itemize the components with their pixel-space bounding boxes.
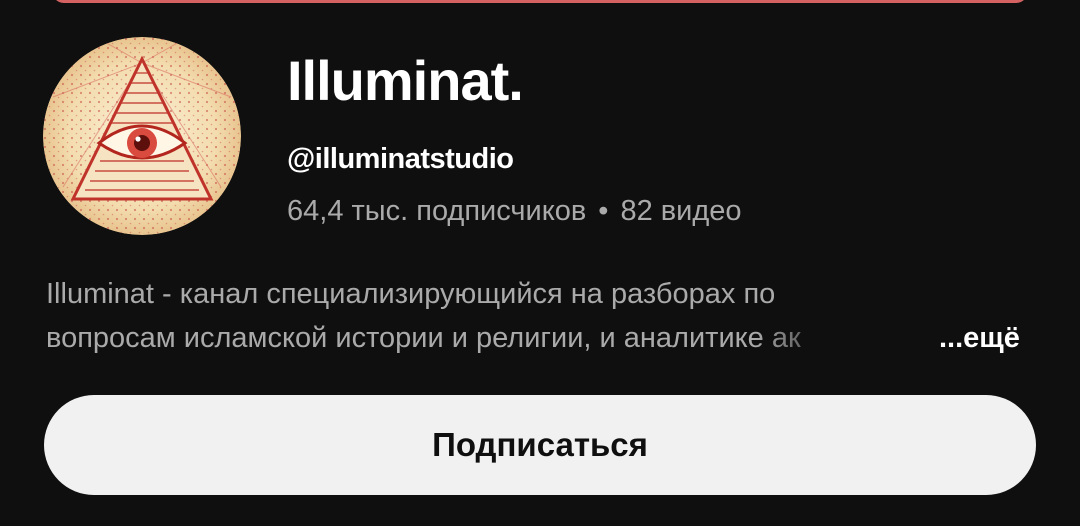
channel-title: Illuminat. <box>287 49 524 112</box>
stats-separator: • <box>598 195 609 227</box>
channel-description[interactable]: Illuminat - канал специализирующийся на … <box>46 272 946 360</box>
show-more-link[interactable]: ...ещё <box>939 316 1020 360</box>
description-line: Illuminat - канал специализирующийся на … <box>46 278 776 310</box>
description-line: вопросам исламской истории и религии, и … <box>46 322 801 354</box>
channel-stats: 64,4 тыс. подписчиков • 82 видео <box>287 192 742 230</box>
channel-avatar[interactable] <box>43 37 241 235</box>
subscribe-button[interactable]: Подписаться <box>44 395 1036 495</box>
channel-banner-edge <box>52 0 1028 3</box>
subscriber-count: 64,4 тыс. подписчиков <box>287 195 587 227</box>
video-count: 82 видео <box>620 195 742 227</box>
channel-handle: @illuminatstudio <box>287 143 514 175</box>
all-seeing-eye-pyramid-icon <box>43 37 241 235</box>
